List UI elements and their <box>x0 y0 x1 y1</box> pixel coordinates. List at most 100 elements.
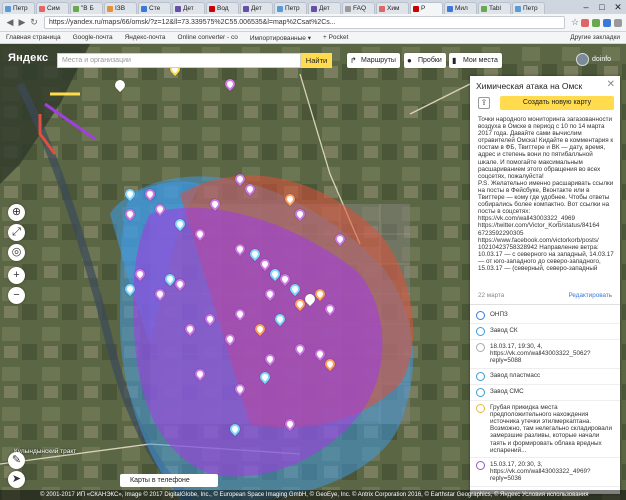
scale-label: 2 км <box>578 472 590 478</box>
list-item-text: 18.03.17, 19:30, 4, https://vk.com/wall4… <box>490 343 591 365</box>
tab-favicon-icon <box>481 5 487 12</box>
bookmark-item[interactable]: Яндекс-почта <box>125 34 166 41</box>
browser-tab[interactable]: Сим <box>36 2 69 14</box>
search-input[interactable]: Места и организации <box>57 53 301 68</box>
tab-label: Сте <box>149 5 161 12</box>
zoom-in-button[interactable]: + <box>8 267 25 284</box>
location-icon[interactable]: ➤ <box>8 471 25 488</box>
list-item-text: Завод пластмасс <box>490 371 541 379</box>
browser-tab[interactable]: "В Б <box>70 2 103 14</box>
tab-favicon-icon <box>277 5 283 12</box>
browser-tab[interactable]: ІЗВ <box>104 2 137 14</box>
tab-favicon-icon <box>107 5 113 12</box>
create-map-button[interactable]: Создать новую карту <box>500 96 614 110</box>
bookmark-item[interactable]: Главная страница <box>6 34 61 41</box>
tab-label: Дет <box>251 5 262 12</box>
tab-favicon-icon <box>73 5 79 12</box>
layers-icon[interactable]: ⊕ <box>8 204 25 221</box>
bookmark-item[interactable]: Импортированные ▾ <box>250 34 311 42</box>
browser-tab[interactable]: Петр <box>512 2 545 14</box>
reload-icon[interactable]: ↻ <box>28 17 40 28</box>
address-bar: ◀ ▶ ↻ https://yandex.ru/maps/66/omsk/?z=… <box>0 14 626 32</box>
maximize-icon[interactable]: □ <box>594 2 610 12</box>
tab-favicon-icon <box>209 5 215 12</box>
minimize-icon[interactable]: – <box>578 2 594 12</box>
list-item[interactable]: Завод СМС <box>470 385 620 401</box>
browser-tab[interactable]: Вод <box>206 2 239 14</box>
extension-icon[interactable] <box>603 18 611 27</box>
traffic-button[interactable]: ● Пробки <box>404 53 446 68</box>
routes-label: Маршруты <box>361 57 396 64</box>
extension-icons <box>581 18 622 27</box>
star-icon[interactable]: ☆ <box>569 17 581 28</box>
list-item-text: Грубая прикидка места предположительного… <box>490 403 612 454</box>
forward-icon[interactable]: ▶ <box>16 17 28 28</box>
find-button[interactable]: Найти <box>301 53 332 68</box>
avatar <box>576 53 589 66</box>
route-icon: ↱ <box>350 56 357 65</box>
browser-tab-bar: Петр Сим "В Б ІЗВ Сте Дет Вод Дет Петр Дет FAQ Хим Р… <box>0 0 626 14</box>
bookmark-item[interactable]: Google-почта <box>73 34 113 41</box>
browser-tab[interactable]: Tabl <box>478 2 511 14</box>
routes-button[interactable]: ↱ Маршруты <box>347 53 400 68</box>
tab-favicon-icon <box>141 5 147 12</box>
url-input[interactable]: https://yandex.ru/maps/66/omsk/?z=12&ll=… <box>44 16 565 29</box>
phone-maps-button[interactable]: Карты в телефоне <box>120 474 218 487</box>
copyright-bar: © 2001-2017 ИП «СКАНЭКС», Image © 2017 D… <box>0 490 626 500</box>
browser-tab[interactable]: Дет <box>240 2 273 14</box>
tab-favicon-icon <box>413 5 419 12</box>
browser-tab[interactable]: Дет <box>308 2 341 14</box>
tab-label: Петр <box>523 5 538 12</box>
tab-favicon-icon <box>379 5 385 12</box>
pencil-icon[interactable]: ✎ <box>8 452 25 469</box>
browser-tab[interactable]: Петр <box>2 2 35 14</box>
ruler-icon[interactable]: ◎ <box>8 244 25 261</box>
yandex-logo[interactable]: Яндекс <box>8 52 48 64</box>
back-icon[interactable]: ◀ <box>4 17 16 28</box>
list-item[interactable]: Завод пластмасс <box>470 369 620 385</box>
edit-link[interactable]: Редактировать <box>569 292 613 299</box>
browser-tab[interactable]: Р <box>410 2 443 14</box>
tab-favicon-icon <box>243 5 249 12</box>
traffic-label: Пробки <box>418 57 442 64</box>
close-icon[interactable]: ✕ <box>607 79 615 90</box>
bookmark-other[interactable]: Другие закладки <box>570 34 620 41</box>
tab-label: Дет <box>183 5 194 12</box>
list-item[interactable]: Завод СК <box>470 324 620 340</box>
list-item[interactable]: ОНПЗ <box>470 308 620 324</box>
browser-tab[interactable]: Хим <box>376 2 409 14</box>
list-item-text: Завод СК <box>490 327 518 334</box>
browser-tab[interactable]: FAQ <box>342 2 375 14</box>
zoom-out-button[interactable]: − <box>8 287 25 304</box>
close-window-icon[interactable]: ✕ <box>610 2 626 13</box>
list-item[interactable]: Грубая прикидка места предположительного… <box>470 401 620 459</box>
username: doinfo <box>592 56 612 63</box>
tab-label: Петр <box>13 5 28 12</box>
panel-date: 22 марта <box>478 292 505 299</box>
marker-ring-icon <box>476 311 485 320</box>
share-icon[interactable]: ⇪ <box>478 97 490 109</box>
extension-icon[interactable] <box>581 18 589 27</box>
panel-description: Точки народного мониторинга загазованнос… <box>478 116 614 272</box>
tab-favicon-icon <box>5 5 11 12</box>
tab-label: Хим <box>387 5 400 12</box>
list-item[interactable]: 18.03.17, 19:30, 4, https://vk.com/wall4… <box>470 340 620 369</box>
bookmark-item[interactable]: + Pocket <box>323 34 348 41</box>
fullscreen-icon[interactable]: ⤢ <box>8 224 25 241</box>
marker-ring-icon <box>476 387 485 397</box>
road-label: Кулындынский тракт <box>14 448 77 455</box>
browser-tab[interactable]: Петр <box>274 2 307 14</box>
browser-tab[interactable]: Дет <box>172 2 205 14</box>
tab-label: "В Б <box>81 5 94 12</box>
user-profile[interactable]: doinfo <box>576 53 611 66</box>
menu-icon[interactable] <box>614 18 622 27</box>
my-places-label: Мои места <box>463 57 498 64</box>
my-places-button[interactable]: ▮ Мои места <box>449 53 502 68</box>
browser-tab[interactable]: Мил <box>444 2 477 14</box>
extension-icon[interactable] <box>592 18 600 27</box>
marker-ring-icon <box>476 461 485 471</box>
bookmark-item[interactable]: Online converter - co <box>178 34 238 41</box>
tab-label: ІЗВ <box>115 5 126 12</box>
marker-ring-icon <box>476 371 485 381</box>
browser-tab[interactable]: Сте <box>138 2 171 14</box>
